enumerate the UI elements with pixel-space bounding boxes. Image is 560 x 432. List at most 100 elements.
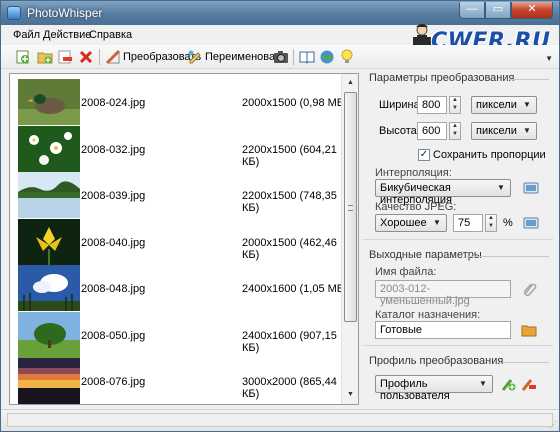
scroll-thumb[interactable] bbox=[344, 92, 357, 322]
output-heading: Выходные параметры bbox=[369, 249, 482, 261]
minimize-button[interactable]: — bbox=[459, 2, 485, 19]
height-spinner[interactable] bbox=[449, 122, 461, 140]
delete-icon[interactable] bbox=[78, 49, 94, 65]
file-size: 2000x1500 (462,46 КБ) bbox=[242, 236, 337, 261]
folder-browse-icon[interactable] bbox=[521, 322, 537, 338]
quality-preset-value: Хорошее bbox=[380, 217, 427, 229]
profile-value: Профиль пользователя bbox=[380, 378, 450, 402]
interpolation-select[interactable]: Бикубическая интерполяция ▼ bbox=[375, 179, 511, 206]
close-button[interactable]: ✕ bbox=[511, 2, 553, 19]
rename-icon[interactable] bbox=[187, 49, 203, 65]
height-unit-value: пиксели bbox=[476, 125, 517, 137]
folder-label: Каталог назначения: bbox=[375, 309, 481, 321]
file-row[interactable]: 2008-076.jpg 3000x2000 (865,44 КБ) bbox=[18, 358, 348, 404]
add-files-icon[interactable] bbox=[15, 49, 31, 65]
window-title: PhotoWhisper bbox=[27, 6, 103, 20]
keep-ratio-label[interactable]: Сохранить пропорции bbox=[433, 149, 546, 161]
menu-action[interactable]: Действие bbox=[43, 29, 91, 41]
toolbar-separator bbox=[293, 49, 294, 65]
scroll-down-icon[interactable]: ▼ bbox=[343, 387, 358, 403]
folder-input[interactable]: Готовые bbox=[375, 321, 511, 339]
status-bar: ⋰ bbox=[1, 409, 559, 431]
conversion-heading: Параметры преобразования bbox=[369, 72, 515, 84]
file-name: 2008-040.jpg bbox=[81, 236, 146, 249]
bulb-icon[interactable] bbox=[339, 49, 355, 65]
window-controls: — ▭ ✕ bbox=[459, 2, 553, 19]
file-row[interactable]: 2008-032.jpg 2200x1500 (604,21 КБ) bbox=[18, 125, 348, 172]
file-size: 2200x1500 (604,21 КБ) bbox=[242, 143, 337, 168]
panel-divider bbox=[363, 239, 553, 240]
thumbnail-image bbox=[18, 172, 80, 218]
globe-icon[interactable] bbox=[319, 49, 335, 65]
chevron-down-icon: ▼ bbox=[523, 126, 531, 135]
thumbnail-image bbox=[18, 218, 80, 265]
paperclip-icon[interactable] bbox=[521, 281, 537, 297]
toolbar: Преобразовать Переименовать ▼ bbox=[1, 45, 559, 69]
title-bar[interactable]: PhotoWhisper — ▭ ✕ bbox=[1, 1, 559, 25]
toolbar-separator bbox=[99, 49, 100, 65]
settings-panel: Параметры преобразования Ширина: 800 пик… bbox=[363, 69, 553, 407]
book-icon[interactable] bbox=[299, 49, 315, 65]
profile-select[interactable]: Профиль пользователя ▼ bbox=[375, 375, 493, 402]
list-scrollbar[interactable]: ▲ ▼ bbox=[341, 74, 358, 404]
file-size: 2400x1600 (1,05 МБ) bbox=[242, 283, 348, 295]
file-size: 3000x2000 (865,44 КБ) bbox=[242, 376, 337, 400]
file-row[interactable]: 2008-050.jpg 2400x1600 (907,15 КБ) bbox=[18, 311, 348, 358]
menu-help[interactable]: Справка bbox=[89, 29, 132, 41]
add-folder-icon[interactable] bbox=[37, 49, 53, 65]
quality-unit: % bbox=[503, 217, 513, 229]
scroll-up-icon[interactable]: ▲ bbox=[343, 75, 358, 91]
thumbnail-image bbox=[18, 125, 80, 172]
width-unit-select[interactable]: пиксели ▼ bbox=[471, 96, 537, 114]
menu-file[interactable]: Файл bbox=[13, 29, 40, 41]
quality-preset-select[interactable]: Хорошее ▼ bbox=[375, 214, 447, 232]
thumbnail-image bbox=[18, 79, 80, 125]
width-unit-value: пиксели bbox=[476, 99, 517, 111]
thumbnail-image bbox=[18, 265, 80, 311]
maximize-button[interactable]: ▭ bbox=[485, 2, 511, 19]
interpolation-label: Интерполяция: bbox=[375, 167, 452, 179]
chevron-down-icon: ▼ bbox=[497, 183, 505, 192]
file-size: 2000x1500 (0,98 МБ) bbox=[242, 97, 348, 109]
height-input[interactable]: 600 bbox=[417, 122, 447, 140]
chevron-down-icon: ▼ bbox=[479, 379, 487, 388]
height-unit-select[interactable]: пиксели ▼ bbox=[471, 122, 537, 140]
interpolation-settings-icon[interactable] bbox=[523, 180, 539, 196]
keep-ratio-checkbox[interactable]: ✓ bbox=[418, 149, 430, 161]
file-name: 2008-032.jpg bbox=[81, 143, 146, 156]
file-row[interactable]: 2008-024.jpg 2000x1500 (0,98 МБ) bbox=[18, 79, 348, 125]
quality-input[interactable]: 75 bbox=[453, 214, 483, 232]
filename-label: Имя файла: bbox=[375, 266, 437, 278]
convert-icon[interactable] bbox=[105, 49, 121, 65]
app-icon bbox=[7, 6, 21, 20]
width-spinner[interactable] bbox=[449, 96, 461, 114]
file-name: 2008-048.jpg bbox=[81, 283, 146, 295]
camera-icon[interactable] bbox=[273, 49, 289, 65]
file-list[interactable]: 2008-024.jpg 2000x1500 (0,98 МБ) 2008-032.… bbox=[9, 73, 359, 405]
file-size: 2200x1500 (748,35 КБ) bbox=[242, 190, 337, 214]
file-row[interactable]: 2008-039.jpg 2200x1500 (748,35 КБ) bbox=[18, 172, 348, 218]
file-name: 2008-024.jpg bbox=[81, 97, 146, 109]
chevron-down-icon: ▼ bbox=[523, 100, 531, 109]
status-field bbox=[7, 413, 553, 427]
file-name: 2008-076.jpg bbox=[81, 376, 146, 388]
quality-label: Качество JPEG: bbox=[375, 201, 457, 213]
resize-grip-icon[interactable]: ⋰ bbox=[549, 420, 557, 429]
thumbnail-image bbox=[18, 358, 80, 404]
filename-input[interactable]: 2003-012-уменьшенный.jpg bbox=[375, 280, 511, 307]
file-name: 2008-039.jpg bbox=[81, 190, 146, 202]
file-row[interactable]: 2008-040.jpg 2000x1500 (462,46 КБ) bbox=[18, 218, 348, 265]
quality-spinner[interactable] bbox=[485, 214, 497, 232]
file-row[interactable]: 2008-048.jpg 2400x1600 (1,05 МБ) bbox=[18, 265, 348, 311]
file-name: 2008-050.jpg bbox=[81, 329, 146, 342]
panel-divider bbox=[363, 345, 553, 346]
width-input[interactable]: 800 bbox=[417, 96, 447, 114]
remove-profile-icon[interactable] bbox=[521, 376, 537, 392]
file-size: 2400x1600 (907,15 КБ) bbox=[242, 329, 337, 354]
toolbar-overflow-icon[interactable]: ▼ bbox=[545, 54, 553, 63]
remove-icon[interactable] bbox=[57, 49, 73, 65]
profile-heading: Профиль преобразования bbox=[369, 355, 504, 367]
height-label: Высота: bbox=[379, 125, 420, 137]
add-profile-icon[interactable] bbox=[501, 376, 517, 392]
quality-settings-icon[interactable] bbox=[523, 215, 539, 231]
